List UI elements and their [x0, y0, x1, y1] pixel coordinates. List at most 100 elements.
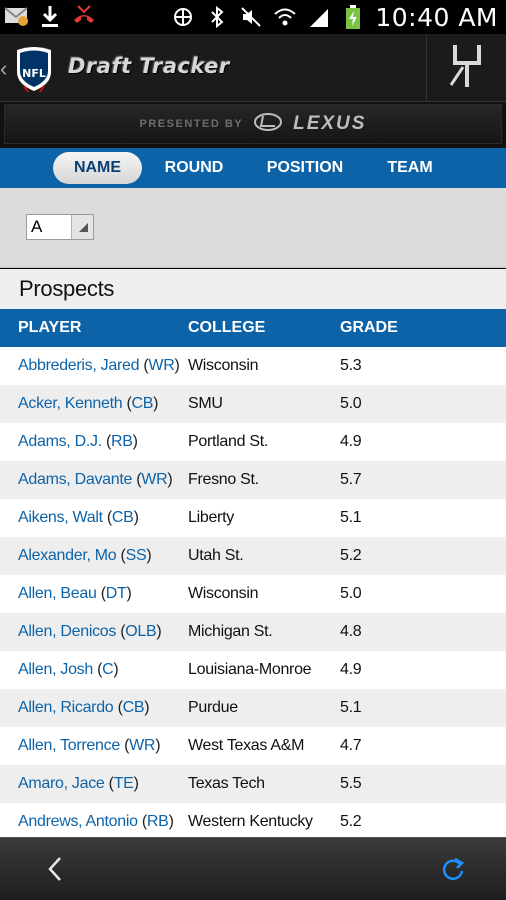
college-cell: SMU [188, 395, 223, 412]
player-name[interactable]: Alexander, Mo [18, 547, 117, 564]
filter-panel: A [0, 188, 506, 268]
table-row[interactable]: Allen, Ricardo (CB) Purdue 5.1 [0, 689, 506, 727]
svg-text:NFL: NFL [22, 67, 46, 80]
player-name[interactable]: Abbrederis, Jared [18, 357, 140, 374]
player-cell: Allen, Ricardo (CB) [18, 699, 150, 716]
player-position[interactable]: RB [147, 813, 169, 830]
college-cell: Fresno St. [188, 471, 259, 488]
player-name[interactable]: Adams, D.J. [18, 433, 102, 450]
column-grade: GRADE [340, 319, 398, 336]
dropdown-arrow-icon [71, 215, 93, 239]
missed-call-icon [72, 4, 96, 28]
table-row[interactable]: Alexander, Mo (SS) Utah St. 5.2 [0, 537, 506, 575]
college-cell: Wisconsin [188, 357, 259, 374]
grade-cell: 4.9 [340, 433, 362, 450]
gmail-icon [4, 4, 28, 28]
table-row[interactable]: Allen, Beau (DT) Wisconsin 5.0 [0, 575, 506, 613]
refresh-icon[interactable] [438, 854, 468, 884]
table-row[interactable]: Aikens, Walt (CB) Liberty 5.1 [0, 499, 506, 537]
grade-cell: 5.7 [340, 471, 362, 488]
college-cell: Liberty [188, 509, 234, 526]
player-name[interactable]: Amaro, Jace [18, 775, 105, 792]
table-row[interactable]: Allen, Torrence (WR) West Texas A&M 4.7 [0, 727, 506, 765]
grade-cell: 4.9 [340, 661, 362, 678]
college-cell: Portland St. [188, 433, 269, 450]
player-name[interactable]: Adams, Davante [18, 471, 132, 488]
player-position[interactable]: CB [132, 395, 154, 412]
goal-post-button[interactable] [426, 34, 506, 102]
battery-charging-icon [341, 5, 365, 29]
table-row[interactable]: Acker, Kenneth (CB) SMU 5.0 [0, 385, 506, 423]
tab-name[interactable]: NAME [53, 152, 142, 184]
player-cell: Abbrederis, Jared (WR) [18, 357, 180, 374]
prospects-header: Prospects [0, 269, 506, 309]
player-name[interactable]: Acker, Kenneth [18, 395, 123, 412]
tab-round[interactable]: ROUND [152, 152, 236, 184]
player-position[interactable]: WR [141, 471, 167, 488]
player-position[interactable]: TE [114, 775, 134, 792]
back-arrow-icon[interactable] [40, 854, 70, 884]
download-icon [38, 4, 62, 28]
player-position[interactable]: CB [123, 699, 145, 716]
player-position[interactable]: CB [112, 509, 134, 526]
table-row[interactable]: Amaro, Jace (TE) Texas Tech 5.5 [0, 765, 506, 803]
player-name[interactable]: Andrews, Antonio [18, 813, 138, 830]
player-name[interactable]: Allen, Denicos [18, 623, 116, 640]
player-name[interactable]: Allen, Beau [18, 585, 97, 602]
grade-cell: 5.2 [340, 813, 362, 830]
clock: 10:40 AM [375, 2, 498, 32]
signal-icon [307, 5, 331, 29]
table-row[interactable]: Adams, Davante (WR) Fresno St. 5.7 [0, 461, 506, 499]
player-name[interactable]: Allen, Ricardo [18, 699, 114, 716]
player-cell: Allen, Josh (C) [18, 661, 119, 678]
app-header: ‹ NFL Draft Tracker [0, 34, 506, 102]
player-position[interactable]: RB [111, 433, 133, 450]
table-row[interactable]: Andrews, Antonio (RB) Western Kentucky 5… [0, 803, 506, 837]
player-position[interactable]: DT [106, 585, 127, 602]
table-row[interactable]: Adams, D.J. (RB) Portland St. 4.9 [0, 423, 506, 461]
player-cell: Aikens, Walt (CB) [18, 509, 139, 526]
player-position[interactable]: WR [129, 737, 155, 754]
grade-cell: 5.3 [340, 357, 362, 374]
mute-icon [239, 5, 263, 29]
app-title: Draft Tracker [68, 54, 230, 78]
player-position[interactable]: WR [148, 357, 174, 374]
grade-cell: 4.8 [340, 623, 362, 640]
player-name[interactable]: Aikens, Walt [18, 509, 103, 526]
player-cell: Allen, Beau (DT) [18, 585, 132, 602]
player-name[interactable]: Allen, Torrence [18, 737, 120, 754]
table-row[interactable]: Allen, Denicos (OLB) Michigan St. 4.8 [0, 613, 506, 651]
player-cell: Amaro, Jace (TE) [18, 775, 139, 792]
nfl-shield-logo: NFL [14, 44, 54, 93]
college-cell: Purdue [188, 699, 238, 716]
player-cell: Alexander, Mo (SS) [18, 547, 152, 564]
bluetooth-icon [205, 5, 229, 29]
tab-position[interactable]: POSITION [255, 152, 355, 184]
college-cell: West Texas A&M [188, 737, 305, 754]
bottom-nav-bar [0, 837, 506, 900]
lexus-logo-icon [253, 112, 283, 137]
college-cell: Wisconsin [188, 585, 259, 602]
grade-cell: 5.1 [340, 509, 362, 526]
grade-cell: 5.1 [340, 699, 362, 716]
player-cell: Allen, Denicos (OLB) [18, 623, 162, 640]
up-chevron-icon[interactable]: ‹ [0, 56, 7, 82]
player-cell: Acker, Kenneth (CB) [18, 395, 159, 412]
player-position[interactable]: C [102, 661, 114, 678]
prospects-title: Prospects [19, 276, 115, 301]
table-row[interactable]: Abbrederis, Jared (WR) Wisconsin 5.3 [0, 347, 506, 385]
college-cell: Western Kentucky [188, 813, 313, 830]
player-position[interactable]: SS [126, 547, 147, 564]
prospect-list: Abbrederis, Jared (WR) Wisconsin 5.3 Ack… [0, 347, 506, 837]
grade-cell: 5.0 [340, 585, 362, 602]
table-row[interactable]: Allen, Josh (C) Louisiana-Monroe 4.9 [0, 651, 506, 689]
college-cell: Louisiana-Monroe [188, 661, 312, 678]
nfc-icon [171, 5, 195, 29]
letter-select-value: A [31, 217, 43, 236]
grade-cell: 5.2 [340, 547, 362, 564]
letter-select[interactable]: A [26, 214, 94, 240]
table-header: PLAYER COLLEGE GRADE [0, 309, 506, 347]
player-position[interactable]: OLB [125, 623, 156, 640]
tab-team[interactable]: TEAM [376, 152, 444, 184]
player-name[interactable]: Allen, Josh [18, 661, 93, 678]
